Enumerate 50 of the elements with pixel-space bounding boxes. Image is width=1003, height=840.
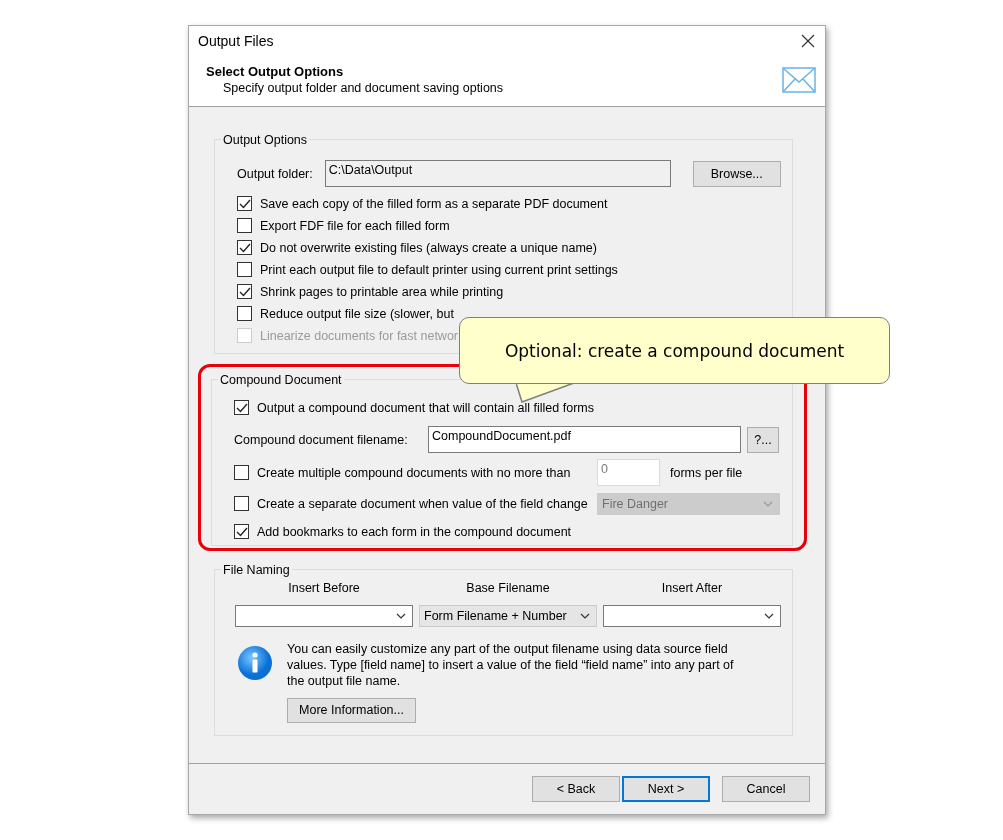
dialog-button[interactable]: Cancel bbox=[722, 775, 810, 802]
column-heading: Base Filename bbox=[465, 579, 551, 597]
envelope-icon bbox=[782, 67, 816, 94]
info-text: You can easily customize any part of the output filename using data source field values. Type [field name] to insert a value of the field “field name” into any part of the output file name. bbox=[287, 640, 735, 689]
checkbox[interactable] bbox=[237, 218, 252, 234]
caret-icon bbox=[763, 500, 773, 507]
checkbox-label: Output a compound document that will contain all filled forms bbox=[257, 400, 594, 415]
group-title: Output Options bbox=[222, 132, 309, 147]
group-title: File Naming bbox=[222, 562, 291, 577]
browse-button[interactable]: Browse... bbox=[692, 160, 781, 187]
field-label: Compound document filename: bbox=[234, 432, 409, 447]
checkbox[interactable] bbox=[237, 196, 252, 212]
group-title: Compound Document bbox=[219, 372, 343, 387]
checkbox-label: Save each copy of the filled form as a separate PDF document bbox=[260, 196, 608, 211]
help-button[interactable]: ?... bbox=[747, 426, 779, 453]
filename-field[interactable]: CompoundDocument.pdf bbox=[428, 426, 741, 454]
checkbox[interactable] bbox=[234, 400, 249, 416]
filename-dropdown[interactable]: Form Filename + Number bbox=[419, 604, 597, 627]
caret-icon bbox=[764, 612, 774, 619]
column-heading: Insert Before bbox=[287, 579, 361, 597]
close-icon[interactable] bbox=[801, 34, 815, 49]
folder-field[interactable]: C:\Data\Output bbox=[324, 160, 671, 188]
header-title: Select Output Options bbox=[206, 64, 345, 80]
caret-icon bbox=[396, 612, 406, 619]
window-title: Output Files bbox=[198, 33, 274, 50]
checkbox-label: Linearize documents for fast networ bbox=[260, 328, 459, 343]
checkbox-label: Shrink pages to printable area while printing bbox=[260, 284, 504, 299]
info-icon bbox=[237, 644, 273, 681]
filename-dropdown[interactable] bbox=[235, 604, 413, 627]
filename-dropdown[interactable] bbox=[603, 604, 781, 627]
checkbox[interactable] bbox=[237, 306, 252, 322]
dialog-button[interactable]: Next > bbox=[622, 775, 710, 802]
checkbox-label: Reduce output file size (slower, but bbox=[260, 306, 454, 321]
checkbox-label: Do not overwrite existing files (always create a unique name) bbox=[260, 240, 597, 255]
dialog-button[interactable]: < Back bbox=[532, 775, 620, 802]
checkbox[interactable] bbox=[237, 284, 252, 300]
caret-icon bbox=[580, 612, 590, 619]
checkbox-label: Print each output file to default printer using current print settings bbox=[260, 262, 618, 277]
checkbox[interactable] bbox=[237, 262, 252, 278]
checkbox-label: Add bookmarks to each form in the compound document bbox=[257, 524, 572, 539]
header-subtitle: Specify output folder and document saving options bbox=[222, 81, 504, 96]
checkbox[interactable] bbox=[234, 524, 249, 540]
field-suffix: forms per file bbox=[670, 465, 743, 480]
checkbox-label: Export FDF file for each filled form bbox=[260, 218, 450, 233]
checkbox[interactable] bbox=[237, 240, 252, 256]
checkbox-label: Create a separate document when value of the field change bbox=[257, 496, 589, 511]
more-information-button[interactable]: More Information... bbox=[287, 697, 416, 723]
column-heading: Insert After bbox=[660, 579, 724, 597]
field-label: Output folder: bbox=[237, 166, 313, 181]
checkbox-label: Create multiple compound documents with no more than bbox=[257, 465, 572, 480]
